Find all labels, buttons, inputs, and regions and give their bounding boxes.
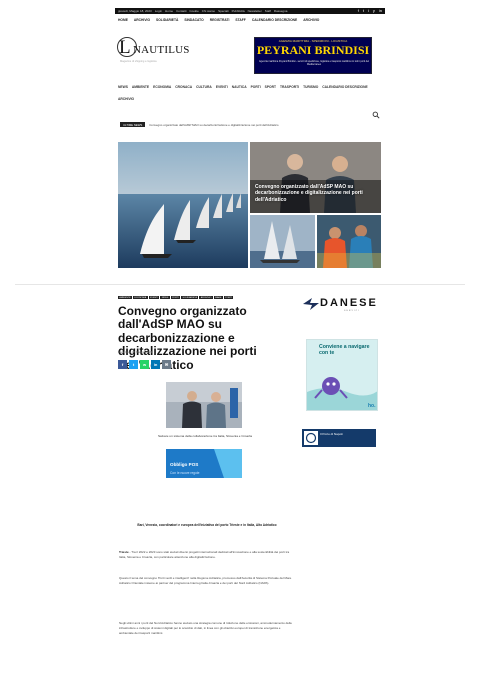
danese-subtitle: SERVIZI [344, 310, 360, 312]
menu1-item[interactable]: CALENDARIO DESCRIZIONE [252, 18, 297, 22]
twitter-share-button[interactable]: t [129, 360, 138, 369]
ticker-label: ULTIME NEWS [120, 121, 146, 128]
site-logo[interactable]: L NAUTILUS Magazine di shipping e logist… [117, 37, 197, 67]
category-tag[interactable]: EVENTI [148, 296, 160, 300]
top-link-contatti[interactable]: Contatti [176, 9, 186, 13]
sidebar-small-ad-text: Il Porto di Napoli [320, 432, 343, 436]
logo-wordmark: NAUTILUS [133, 44, 190, 56]
nav-item-nautica[interactable]: NAUTICA [232, 85, 247, 89]
social-icons: f t i y in [358, 8, 382, 14]
category-tag[interactable]: MARE [213, 296, 223, 300]
menu1-item[interactable]: SOLIDARIETÀ [156, 18, 178, 22]
top-bar: giovedì, Maggio 18, 2023 Login Home Cont… [115, 8, 385, 14]
sidebar-small-ad[interactable]: Il Porto di Napoli [302, 429, 376, 447]
paragraph-lead: Trieste [119, 550, 129, 554]
article-photo-caption: Salvare un sistema della collaborazione … [157, 434, 253, 438]
nav-item-eventi[interactable]: EVENTI [216, 85, 228, 89]
hero-secondary-caption[interactable]: Convegno organizzato dall'AdSP MAO su de… [255, 184, 377, 203]
paragraph-text: Negli ultimi anni i porti del Nord Adria… [119, 621, 292, 635]
sidebar-ad-logo: ho. [368, 403, 376, 409]
menu1-item[interactable]: ARCHIVIO [134, 18, 150, 22]
category-tag[interactable]: AMBIENTE [118, 296, 132, 300]
top-bar-date: giovedì, Maggio 18, 2023 [118, 9, 152, 13]
nav-item-turismo[interactable]: TURISMO [303, 85, 318, 89]
menu1-item[interactable]: SINDACATO [184, 18, 203, 22]
nav-item-ambiente[interactable]: AMBIENTE [132, 85, 149, 89]
inline-ad-title: Obbligo POS [170, 462, 199, 467]
nav-item-porti[interactable]: PORTI [251, 85, 261, 89]
top-link-newsletter[interactable]: Newsletter [248, 9, 262, 13]
paragraph-text: Questo il tema del convegno 'Porti verdi… [119, 576, 292, 585]
hero-secondary-article[interactable]: Convegno organizzato dall'AdSP MAO su de… [250, 142, 381, 213]
top-link-login[interactable]: Login [155, 9, 162, 13]
header-ad-banner[interactable]: AGENZIA MARITTIMA - SPEDIZIONI - LOGISTI… [254, 37, 372, 74]
paragraph-text: - Tra il 2022 e 2023 sono stati avviati … [119, 550, 290, 559]
category-tag[interactable]: PORTI [223, 296, 234, 300]
top-bar-links: Login Home Contatti Cookie Chi siamo Spe… [155, 9, 358, 13]
menu1-item[interactable]: STAFF [235, 18, 245, 22]
sidebar-logo-ad[interactable]: DANESE SERVIZI [302, 295, 378, 317]
ticker-text[interactable]: Convegno organizzato dall'AdSP MAO su de… [149, 123, 278, 127]
nav-item-archivio[interactable]: ARCHIVIO [118, 97, 134, 101]
hero-thumb-people[interactable] [317, 215, 381, 268]
article-paragraph: Trieste - Tra il 2022 e 2023 sono stati … [119, 550, 293, 560]
hero-thumb-sailing[interactable] [250, 215, 315, 268]
twitter-icon[interactable]: t [363, 8, 364, 14]
menu1-item[interactable]: REGISTRATI [210, 18, 230, 22]
logo-tagline: Magazine di shipping e logistica [120, 60, 157, 63]
top-link-cookie[interactable]: Cookie [189, 9, 198, 13]
category-tag[interactable]: ARCHIVIO [199, 296, 213, 300]
nav-item-calendario[interactable]: CALENDARIO DESCRIZIONE [322, 85, 367, 89]
top-link-speciali[interactable]: Speciali [218, 9, 229, 13]
facebook-icon[interactable]: f [358, 8, 359, 14]
email-share-button[interactable]: ✉ [162, 360, 171, 369]
main-navigation: NEWS AMBIENTE ECONOMIA CRONACA CULTURA E… [118, 85, 380, 101]
nav-item-cultura[interactable]: CULTURA [196, 85, 212, 89]
nav-item-economia[interactable]: ECONOMIA [153, 85, 171, 89]
article-categories: AMBIENTE ECONOMIA EVENTI NEWS PORTI SOLI… [118, 296, 242, 300]
category-tag[interactable]: SOLIDARIETÀ [181, 296, 199, 300]
sidebar-ad[interactable]: Conviene a navigare con te ho. [306, 339, 378, 411]
article-photo [166, 382, 242, 428]
banner-bottom-text: Agenzia marittima Peyrani Brindisi - ser… [259, 60, 369, 67]
logo-letter: L [119, 37, 131, 58]
nav-item-sport[interactable]: SPORT [265, 85, 276, 89]
inline-ad-subtitle: Con le nuove regole [170, 471, 200, 475]
top-link-pubblicita[interactable]: Pubblicità [232, 9, 245, 13]
category-tag[interactable]: NEWS [160, 296, 170, 300]
youtube-icon[interactable]: y [373, 8, 375, 14]
section-divider [15, 284, 465, 285]
article-paragraph: Questo il tema del convegno 'Porti verdi… [119, 576, 293, 586]
top-link-home[interactable]: Home [165, 9, 173, 13]
category-tag[interactable]: ECONOMIA [132, 296, 148, 300]
search-icon[interactable] [372, 111, 380, 119]
instagram-icon[interactable]: i [368, 8, 369, 14]
article-intro-title: Bari, Venezia, coordinatori e europea de… [137, 523, 277, 527]
menu1-item[interactable]: ARCHIVIO [303, 18, 319, 22]
banner-title: PEYRANI BRINDISI [256, 43, 370, 57]
nav-item-trasporti[interactable]: TRASPORTI [280, 85, 299, 89]
top-link-chi-siamo[interactable]: Chi siamo [202, 9, 215, 13]
news-ticker: ULTIME NEWS Convegno organizzato dall'Ad… [120, 121, 382, 128]
hero-featured-image[interactable] [118, 142, 248, 268]
linkedin-icon[interactable]: in [379, 8, 382, 14]
inline-ad[interactable]: Obbligo POS Con le nuove regole [166, 449, 242, 478]
top-link-rassegna[interactable]: Rassegna [274, 9, 288, 13]
whatsapp-share-button[interactable]: w [140, 360, 149, 369]
linkedin-share-button[interactable]: in [151, 360, 160, 369]
secondary-menu: HOME ARCHIVIO SOLIDARIETÀ SINDACATO REGI… [118, 18, 378, 22]
top-link-staff[interactable]: Staff [265, 9, 271, 13]
menu1-item[interactable]: HOME [118, 18, 128, 22]
facebook-share-button[interactable]: f [118, 360, 127, 369]
danese-wordmark: DANESE [320, 297, 378, 309]
nav-item-cronaca[interactable]: CRONACA [175, 85, 192, 89]
share-buttons: f t w in ✉ [118, 360, 171, 369]
nav-item-news[interactable]: NEWS [118, 85, 128, 89]
category-tag[interactable]: PORTI [170, 296, 181, 300]
article-meta: Redazione 17 Maggio 2023 [118, 350, 153, 354]
article-paragraph: Negli ultimi anni i porti del Nord Adria… [119, 621, 293, 635]
